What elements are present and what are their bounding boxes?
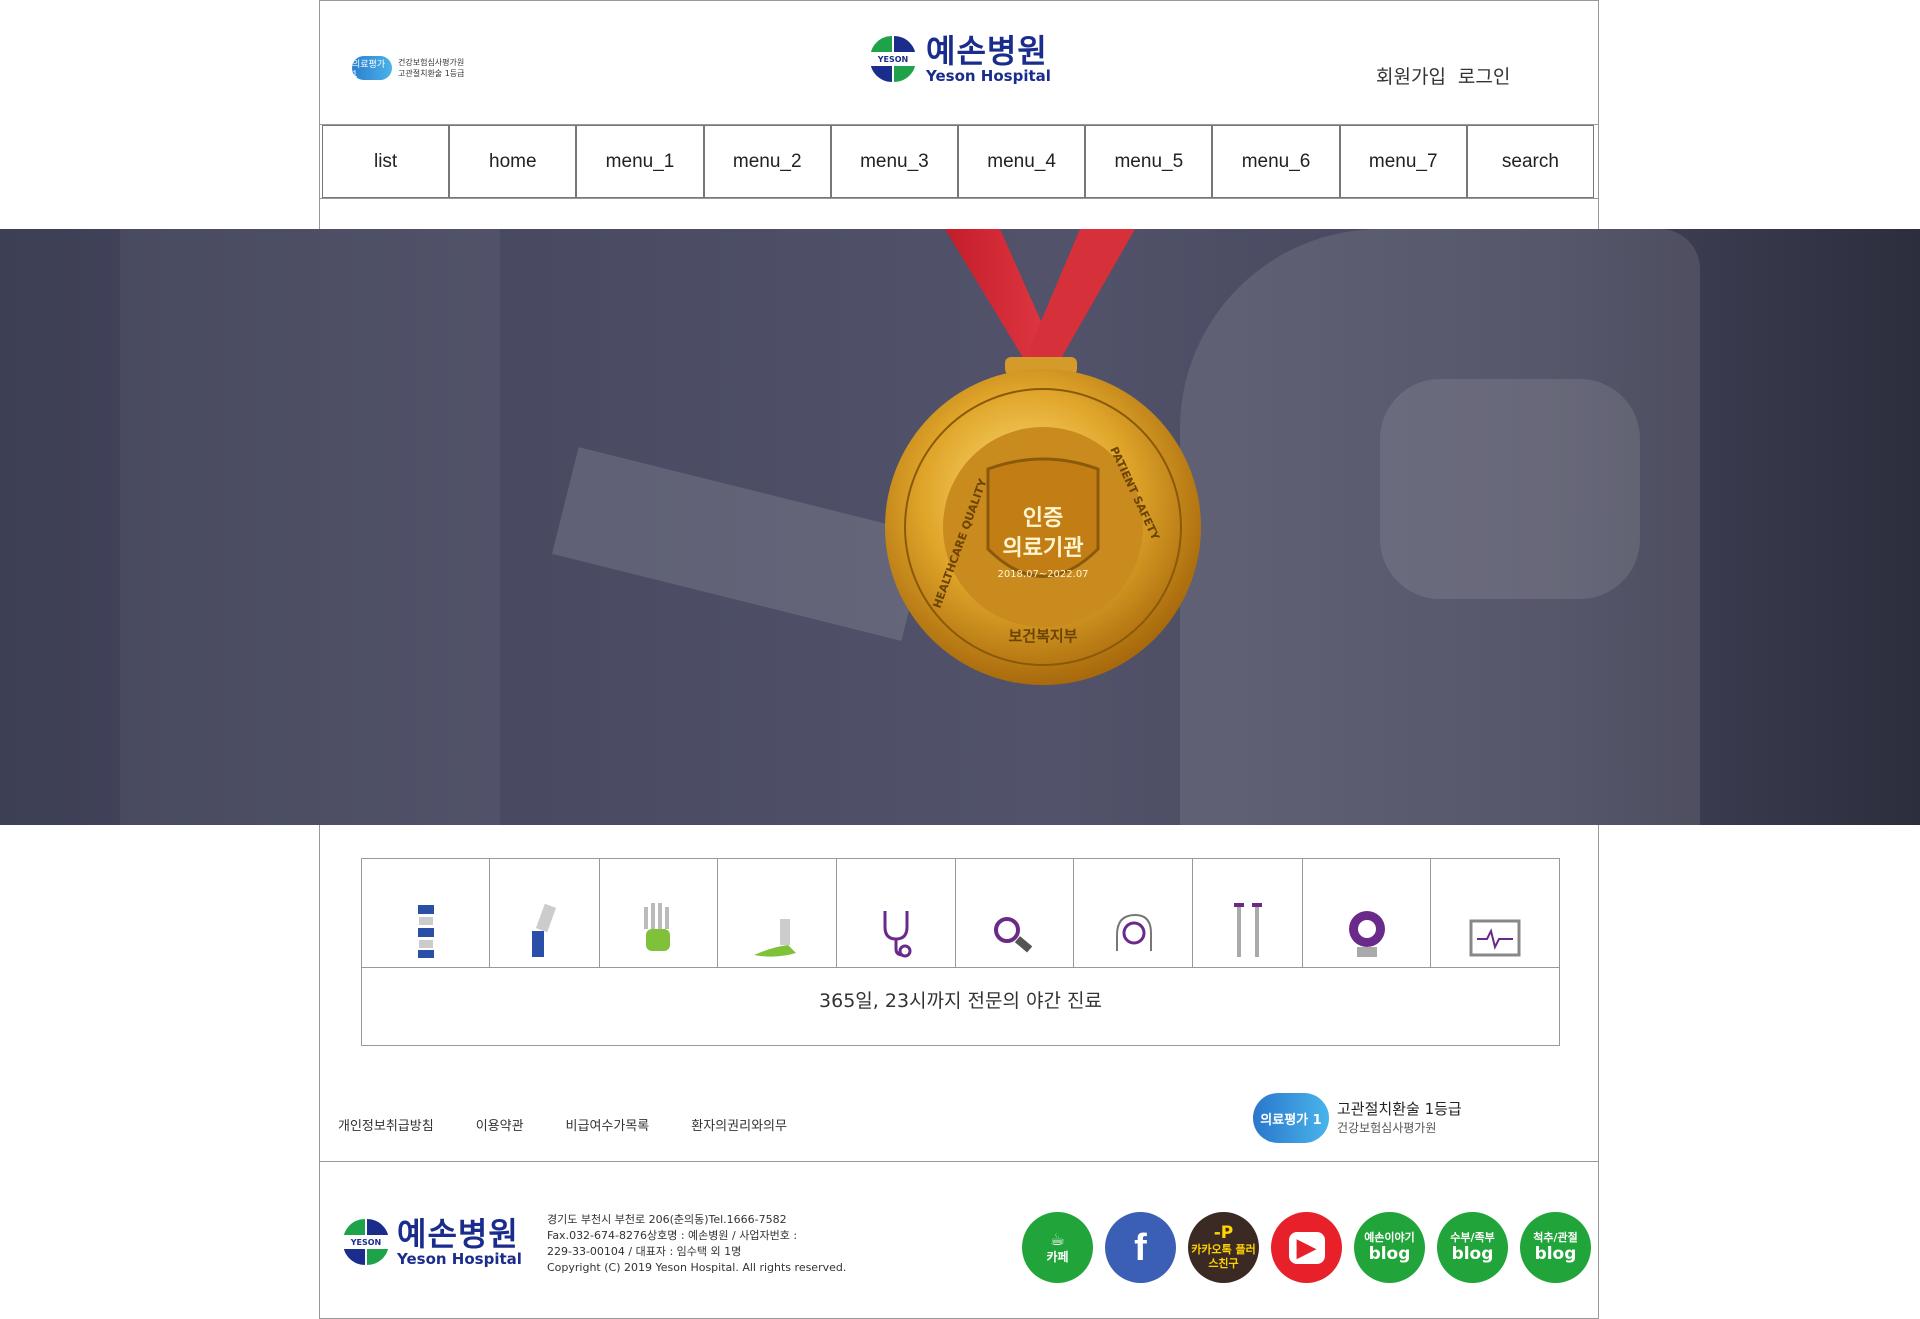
blog-icon: blog (1534, 1244, 1577, 1264)
blog-yeson-story-button[interactable]: 예손이야기 blog (1354, 1212, 1425, 1283)
hero-door-shape (120, 229, 500, 825)
hero-banner: 인증 의료기관 2018.07~2022.07 HEALTHCARE QUALI… (0, 229, 1920, 825)
spine-icon (418, 905, 435, 958)
nav-menu-5[interactable]: menu_5 (1085, 125, 1213, 198)
signup-link[interactable]: 회원가입 (1376, 62, 1446, 89)
service-stethoscope[interactable] (837, 859, 956, 967)
service-monitor[interactable] (1431, 859, 1559, 967)
nav-home[interactable]: home (449, 125, 577, 198)
blog-spine-joint-button[interactable]: 척추/관절 blog (1520, 1212, 1591, 1283)
non-covered-fees-link[interactable]: 비급여수가목록 (566, 1115, 650, 1134)
footer-logo-english: Yeson Hospital (397, 1250, 522, 1268)
cert-title: 고관절치환술 1등급 (1337, 1100, 1462, 1118)
user-links: 회원가입 로그인 (1376, 62, 1510, 89)
cafe-button[interactable]: ☕ 카페 (1022, 1212, 1093, 1283)
certification-medal-icon: 인증 의료기관 2018.07~2022.07 HEALTHCARE QUALI… (885, 229, 1201, 685)
cert-subtitle: 건강보험심사평가원 (1337, 1121, 1437, 1135)
nav-search[interactable]: search (1466, 125, 1595, 198)
evaluation-badge-icon: 의료평가 1 (352, 56, 392, 80)
services-icon-row (362, 859, 1559, 968)
brain-icon (1116, 913, 1153, 951)
kakao-plusfriend-button[interactable]: -P 카카오톡 플러스친구 (1188, 1212, 1259, 1283)
address-line: 경기도 부천시 부천로 206(춘의동)Tel.1666-7582 (547, 1213, 787, 1226)
youtube-icon: ▶ (1288, 1231, 1325, 1264)
cafe-icon: ☕ (1049, 1230, 1066, 1250)
footer-logo[interactable]: YESON 예손병원 Yeson Hospital (343, 1217, 522, 1267)
magnifier-icon (994, 917, 1033, 953)
stethoscope-icon (883, 911, 912, 958)
services-caption: 365일, 23시까지 전문의 야간 진료 (819, 990, 1102, 1012)
logo-english: Yeson Hospital (926, 67, 1051, 85)
cert-line-2: 고관절치환술 1등급 (398, 69, 465, 78)
kakao-icon: -P (1213, 1223, 1234, 1243)
terms-link[interactable]: 이용약관 (476, 1115, 524, 1134)
hospital-logo[interactable]: YESON 예손병원 Yeson Hospital (870, 34, 1051, 84)
facebook-icon: f (1134, 1226, 1147, 1269)
blog-hand-foot-button[interactable]: 수부/족부 blog (1437, 1212, 1508, 1283)
knee-icon (532, 903, 557, 957)
nav-menu-1[interactable]: menu_1 (576, 125, 704, 198)
frame-top-line (319, 0, 1599, 1)
footer-address: 경기도 부천시 부천로 206(춘의동)Tel.1666-7582 Fax.03… (547, 1212, 847, 1276)
logo-korean: 예손병원 (926, 32, 1048, 70)
service-hand[interactable] (600, 859, 718, 967)
cert-line-1: 건강보험심사평가원 (398, 58, 465, 67)
blog-icon: blog (1368, 1244, 1411, 1264)
nav-menu-2[interactable]: menu_2 (703, 125, 831, 198)
nav-menu-4[interactable]: menu_4 (958, 125, 1086, 198)
login-link[interactable]: 로그인 (1458, 62, 1510, 89)
facebook-button[interactable]: f (1105, 1212, 1176, 1283)
svg-text:보건복지부: 보건복지부 (1008, 627, 1077, 645)
service-brain[interactable] (1074, 859, 1194, 967)
mri-icon (1348, 911, 1385, 957)
hero-clipboard-shape (552, 447, 928, 641)
nav-menu-3[interactable]: menu_3 (830, 125, 959, 198)
crutches-icon (1233, 903, 1262, 957)
footer-logo-korean: 예손병원 (397, 1215, 519, 1253)
svg-text:인증: 인증 (1023, 506, 1063, 531)
privacy-policy-link[interactable]: 개인정보취급방침 (338, 1115, 434, 1134)
nav-menu-7[interactable]: menu_7 (1339, 125, 1467, 198)
monitor-icon (1469, 919, 1521, 957)
cert-badge-large[interactable]: 의료평가 1 고관절치환술 1등급 건강보험심사평가원 (1253, 1093, 1462, 1143)
address-line: 229-33-00104 / 대표자 : 임수택 외 1명 (547, 1245, 742, 1258)
services-panel: 365일, 23시까지 전문의 야간 진료 (361, 858, 1560, 1046)
main-nav: list home menu_1 menu_2 menu_3 menu_4 me… (322, 125, 1595, 198)
footer-links: 개인정보취급방침 이용약관 비급여수가목록 환자의권리와의무 (338, 1115, 787, 1134)
nav-menu-6[interactable]: menu_6 (1212, 125, 1340, 198)
nav-bottom-line (319, 198, 1599, 199)
service-knee[interactable] (490, 859, 600, 967)
logo-mark-icon: YESON (343, 1219, 389, 1265)
service-magnifier[interactable] (956, 859, 1075, 967)
service-spine[interactable] (362, 859, 490, 967)
youtube-button[interactable]: ▶ (1271, 1212, 1342, 1283)
service-mri[interactable] (1303, 859, 1432, 967)
svg-text:의료기관: 의료기관 (1003, 536, 1084, 561)
sns-buttons: ☕ 카페 f -P 카카오톡 플러스친구 ▶ 예손이야기 blog 수부/족부 … (1022, 1212, 1591, 1283)
hand-icon (644, 903, 671, 951)
address-line: Fax.032-674-8276상호명 : 예손병원 / 사업자번호 : (547, 1229, 798, 1242)
copyright-line: Copyright (C) 2019 Yeson Hospital. All r… (547, 1261, 847, 1274)
service-crutches[interactable] (1193, 859, 1304, 967)
svg-text:2018.07~2022.07: 2018.07~2022.07 (997, 569, 1088, 580)
hero-arms-shape (1380, 379, 1640, 599)
service-foot[interactable] (718, 859, 837, 967)
blog-icon: blog (1451, 1244, 1494, 1264)
evaluation-badge-icon: 의료평가 1 (1253, 1093, 1329, 1143)
nav-list[interactable]: list (322, 125, 450, 198)
logo-mark-icon: YESON (870, 36, 916, 82)
footer-divider (319, 1161, 1599, 1162)
foot-icon (753, 919, 796, 957)
patient-rights-link[interactable]: 환자의권리와의무 (691, 1115, 787, 1134)
cert-badge-small[interactable]: 의료평가 1 건강보험심사평가원 고관절치환술 1등급 (352, 56, 465, 80)
